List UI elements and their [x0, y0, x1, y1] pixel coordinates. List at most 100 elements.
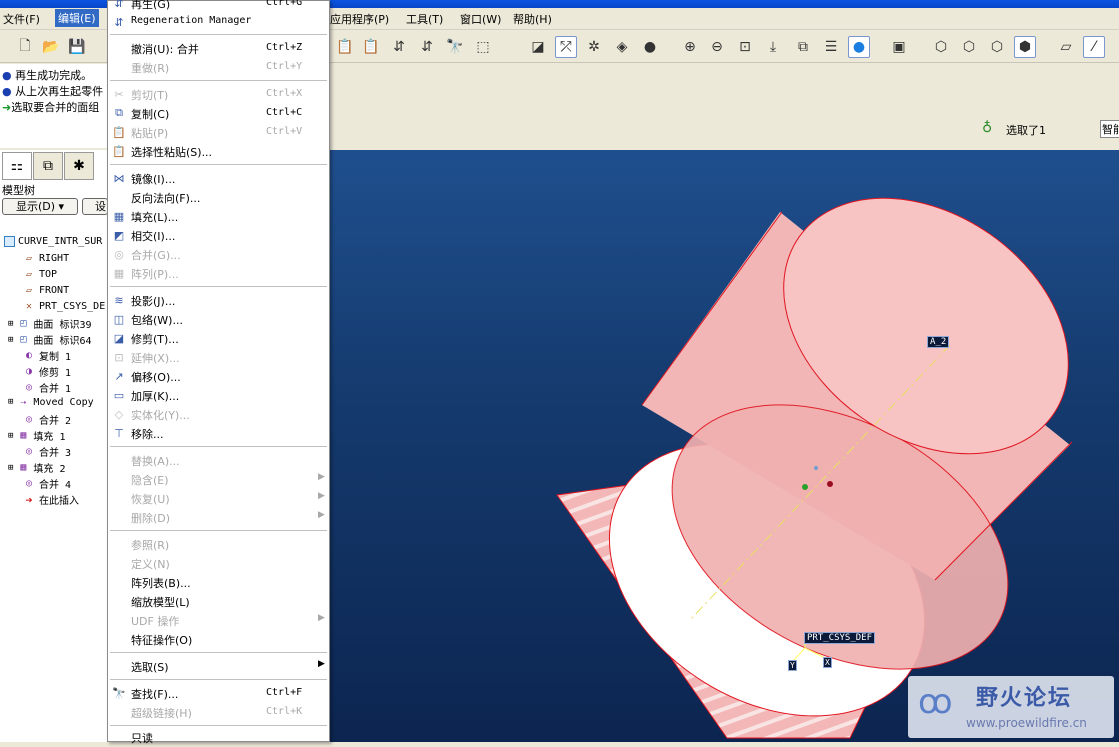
menu-item-wrap[interactable]: ◫ 包络(W)...: [108, 310, 329, 329]
paste-special-icon[interactable]: 📋: [360, 36, 382, 58]
menu-item-merge[interactable]: ◎ 合并(G)...: [108, 245, 329, 264]
menu-item-definition[interactable]: 定义(N): [108, 554, 329, 573]
menu-item-extend[interactable]: ⊡ 延伸(X)...: [108, 348, 329, 367]
menu-item-hyperlink[interactable]: 超级链接(H) Ctrl+K: [108, 703, 329, 722]
datum-axes-icon[interactable]: ⁄: [1083, 36, 1105, 58]
menu-item-cut[interactable]: ✂ 剪切(T) Ctrl+X: [108, 85, 329, 104]
csys-label-tag[interactable]: PRT_CSYS_DEF: [804, 632, 876, 644]
shading-icon[interactable]: ⬢: [1014, 36, 1036, 58]
tree-item[interactable]: CURVE_INTR_SUR: [4, 236, 102, 247]
menu-item-copy[interactable]: ⧉ 复制(C) Ctrl+C: [108, 104, 329, 123]
menu-item-regeneration-manager[interactable]: ⇵ Regeneration Manager: [108, 13, 329, 32]
axis-label-tag[interactable]: A_2: [927, 336, 950, 348]
menu-item-paste[interactable]: 📋 粘贴(P) Ctrl+V: [108, 123, 329, 142]
menu-item-solidify[interactable]: ◇ 实体化(Y)...: [108, 405, 329, 424]
select-box-icon[interactable]: ⬚: [472, 36, 494, 58]
menu-item-read-only[interactable]: 只读: [108, 728, 329, 747]
menu-item-pattern-table[interactable]: 阵列表(B)...: [108, 573, 329, 592]
save-icon[interactable]: 💾: [66, 36, 88, 58]
menu-item-references[interactable]: 参照(R): [108, 535, 329, 554]
saved-views-icon[interactable]: ◈: [611, 36, 633, 58]
tree-item[interactable]: ⊞ ⇢ Moved Copy: [8, 396, 94, 408]
expand-icon[interactable]: ⊞: [8, 335, 13, 345]
tree-item[interactable]: ⊞ ◰ 曲面 标识39: [8, 316, 91, 331]
new-file-icon[interactable]: 🗋: [14, 36, 36, 58]
refit-icon[interactable]: ⊡: [734, 36, 756, 58]
expand-icon[interactable]: ⊞: [8, 319, 13, 329]
favorites-tab-icon[interactable]: ✱: [64, 152, 94, 180]
reorient-icon[interactable]: ⤓: [762, 36, 784, 58]
menu-item-regenerate[interactable]: ⇵ 再生(G) Ctrl+G: [108, 0, 329, 13]
regen-manager-icon[interactable]: ⇵: [416, 36, 438, 58]
tree-item[interactable]: ◎ 合并 1: [22, 380, 71, 395]
menu-item-feature-ops[interactable]: 特征操作(O): [108, 630, 329, 649]
menu-tools[interactable]: 工具(T): [406, 11, 443, 27]
expand-icon[interactable]: ⊞: [8, 431, 13, 441]
tree-item[interactable]: ◎ 合并 3: [22, 444, 71, 459]
paste-icon[interactable]: 📋: [334, 36, 356, 58]
menu-item-trim[interactable]: ◪ 修剪(T)...: [108, 329, 329, 348]
orient-mode-icon[interactable]: ✲: [583, 36, 605, 58]
wireframe-icon[interactable]: ⬡: [930, 36, 952, 58]
menu-edit[interactable]: 编辑(E): [55, 9, 99, 27]
menu-item-pattern[interactable]: ▦ 阵列(P)...: [108, 264, 329, 283]
menu-item-mirror[interactable]: ⋈ 镜像(I)...: [108, 169, 329, 188]
menu-window[interactable]: 窗口(W): [460, 11, 501, 27]
settings-button[interactable]: 设: [82, 198, 108, 215]
menu-item-delete[interactable]: 删除(D) ▶: [108, 508, 329, 527]
regenerate-icon[interactable]: ⇵: [388, 36, 410, 58]
spin-center-icon[interactable]: ⤱: [555, 36, 577, 58]
tree-item[interactable]: ▱ RIGHT: [22, 252, 69, 264]
tree-item[interactable]: ◎ 合并 4: [22, 476, 71, 491]
menu-item-fill[interactable]: ▦ 填充(L)...: [108, 207, 329, 226]
menu-help[interactable]: 帮助(H): [513, 11, 552, 27]
hidden-line-icon[interactable]: ⬡: [958, 36, 980, 58]
graphics-viewport[interactable]: A_2 PRT_CSYS_DEF Y X: [330, 150, 1119, 742]
tree-item[interactable]: ◎ 合并 2: [22, 412, 71, 427]
tree-item[interactable]: ✕ PRT_CSYS_DE: [22, 300, 105, 312]
expand-icon[interactable]: ⊞: [8, 463, 13, 473]
menu-item-find[interactable]: 🔭 查找(F)... Ctrl+F: [108, 684, 329, 703]
find-icon[interactable]: 🔭: [444, 36, 466, 58]
open-folder-icon[interactable]: 📂: [40, 36, 62, 58]
zoom-out-icon[interactable]: ⊖: [706, 36, 728, 58]
render-mode-icon[interactable]: ●: [848, 36, 870, 58]
menu-item-suppress[interactable]: 隐含(E) ▶: [108, 470, 329, 489]
menu-item-paste-special[interactable]: 📋 选择性粘贴(S)...: [108, 142, 329, 161]
menu-item-project[interactable]: ≋ 投影(J)...: [108, 291, 329, 310]
folder-browser-tab-icon[interactable]: ⧉: [33, 152, 63, 180]
zoom-in-icon[interactable]: ⊕: [679, 36, 701, 58]
menu-item-redo[interactable]: 重做(R) Ctrl+Y: [108, 58, 329, 77]
menu-applications[interactable]: 应用程序(P): [330, 11, 389, 27]
menu-item-select[interactable]: 选取(S) ▶: [108, 657, 329, 676]
menu-item-resume[interactable]: 恢复(U) ▶: [108, 489, 329, 508]
menu-item-scale-model[interactable]: 缩放模型(L): [108, 592, 329, 611]
menu-item-intersect[interactable]: ◩ 相交(I)...: [108, 226, 329, 245]
appearance-icon[interactable]: ●: [639, 36, 661, 58]
tree-item[interactable]: ◑ 修剪 1: [22, 364, 71, 379]
model-tree-tab-icon[interactable]: ⚏: [2, 152, 32, 180]
tree-item[interactable]: ◐ 复制 1: [22, 348, 71, 363]
repaint-icon[interactable]: ◪: [527, 36, 549, 58]
menu-item-undo[interactable]: 撤消(U): 合并 Ctrl+Z: [108, 39, 329, 58]
view-manager-icon[interactable]: ⧉: [792, 36, 814, 58]
layers-icon[interactable]: ☰: [820, 36, 842, 58]
tree-item[interactable]: ▱ FRONT: [22, 284, 69, 296]
menu-item-remove[interactable]: ⊤ 移除...: [108, 424, 329, 443]
expand-icon[interactable]: ⊞: [8, 397, 13, 407]
tree-item[interactable]: ⊞ ▦ 填充 1: [8, 428, 65, 443]
tree-item[interactable]: ➔ 在此插入: [22, 492, 79, 508]
tree-item[interactable]: ⊞ ◰ 曲面 标识64: [8, 332, 91, 347]
menu-item-thicken[interactable]: ▭ 加厚(K)...: [108, 386, 329, 405]
model-setup-icon[interactable]: ▣: [888, 36, 910, 58]
menu-item-replace[interactable]: 替换(A)...: [108, 451, 329, 470]
menu-file[interactable]: 文件(F): [3, 11, 40, 27]
no-hidden-icon[interactable]: ⬡: [986, 36, 1008, 58]
datum-planes-icon[interactable]: ▱: [1055, 36, 1077, 58]
tree-item[interactable]: ⊞ ▦ 填充 2: [8, 460, 65, 475]
filter-dropdown[interactable]: 智能: [1100, 120, 1119, 138]
menu-item-flip-normal[interactable]: 反向法向(F)...: [108, 188, 329, 207]
tree-item[interactable]: ▱ TOP: [22, 268, 57, 280]
menu-item-offset[interactable]: ↗ 偏移(O)...: [108, 367, 329, 386]
menu-item-udf-ops[interactable]: UDF 操作 ▶: [108, 611, 329, 630]
